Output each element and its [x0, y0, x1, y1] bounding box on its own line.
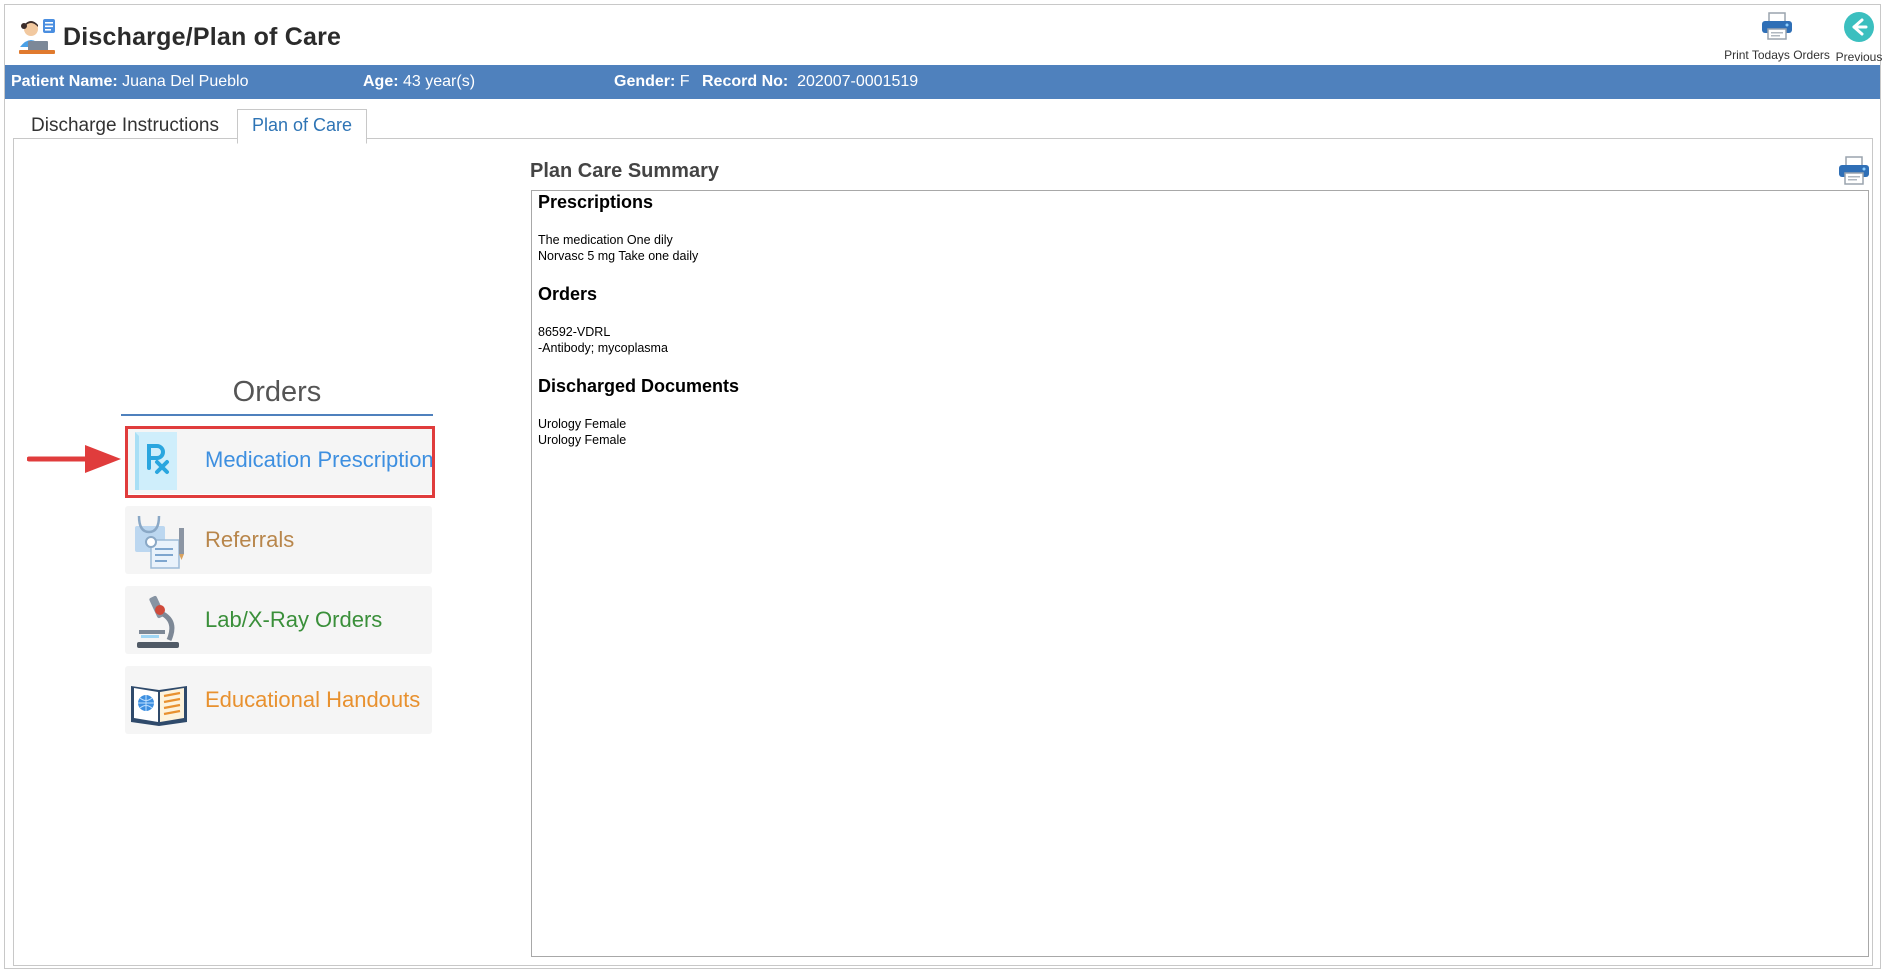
- patient-name: Patient Name: Juana Del Pueblo: [11, 65, 248, 99]
- lab-xray-orders-button[interactable]: Lab/X-Ray Orders: [125, 586, 432, 654]
- back-arrow-icon: [1844, 12, 1874, 42]
- patient-name-value: Juana Del Pueblo: [122, 73, 249, 90]
- referrals-button[interactable]: Referrals: [125, 506, 432, 574]
- summary-title: Plan Care Summary: [530, 160, 719, 182]
- order-line: 86592-VDRL: [538, 325, 611, 339]
- orders-heading: Orders: [538, 284, 598, 304]
- prescriptions-section: Prescriptions The medication One dily No…: [538, 192, 1862, 264]
- print-todays-orders-button[interactable]: Print Todays Orders: [1715, 11, 1839, 62]
- document-line: Urology Female: [538, 417, 627, 431]
- patient-info-bar: Patient Name: Juana Del Pueblo Age: 43 y…: [5, 65, 1880, 99]
- patient-gender-value: F: [679, 73, 690, 90]
- print-todays-orders-label: Print Todays Orders: [1724, 48, 1830, 62]
- prescription-icon: [135, 432, 177, 490]
- educational-handouts-label: Educational Handouts: [205, 687, 421, 712]
- discharged-documents-section: Discharged Documents Urology Female Urol…: [538, 376, 1862, 448]
- summary-content-box: Prescriptions The medication One dily No…: [531, 190, 1869, 957]
- doctor-laptop-icon: [19, 19, 55, 54]
- patient-age: Age: 43 year(s): [363, 65, 475, 99]
- prescriptions-heading: Prescriptions: [538, 192, 654, 212]
- tab-discharge-instructions[interactable]: Discharge Instructions: [17, 109, 233, 143]
- patient-gender-label: Gender:: [614, 73, 676, 90]
- tab-plan-of-care[interactable]: Plan of Care: [237, 109, 368, 144]
- previous-label: Previous: [1835, 50, 1883, 64]
- referral-icon: [135, 515, 184, 569]
- patient-record-value: 202007-0001519: [797, 73, 919, 90]
- medication-prescription-button[interactable]: Medication Prescription: [125, 426, 434, 494]
- app-header: Discharge/Plan of Care Print Todays Orde…: [5, 5, 1882, 65]
- patient-gender: Gender: F: [614, 65, 690, 99]
- medication-prescription-label: Medication Prescription: [205, 447, 434, 472]
- printer-icon: [1762, 12, 1792, 40]
- app-window: Discharge/Plan of Care Print Todays Orde…: [4, 4, 1882, 969]
- patient-age-label: Age:: [363, 73, 399, 90]
- lab-xray-orders-label: Lab/X-Ray Orders: [205, 607, 383, 632]
- patient-record-label: Record No:: [702, 73, 789, 90]
- orders-section: Orders 86592-VDRL -Antibody; mycoplasma: [538, 284, 1862, 356]
- discharged-documents-heading: Discharged Documents: [538, 376, 740, 396]
- previous-button[interactable]: Previous: [1833, 11, 1885, 64]
- orders-title: Orders: [232, 376, 322, 408]
- page-title: Discharge/Plan of Care: [63, 23, 342, 51]
- patient-record: Record No: 202007-0001519: [702, 65, 918, 99]
- print-summary-button[interactable]: [1837, 155, 1871, 187]
- book-icon: [131, 686, 187, 726]
- referrals-label: Referrals: [205, 527, 295, 552]
- prescription-line: The medication One dily: [538, 233, 673, 247]
- patient-name-label: Patient Name:: [11, 73, 118, 90]
- patient-age-value: 43 year(s): [403, 73, 476, 90]
- educational-handouts-button[interactable]: Educational Handouts: [125, 666, 432, 734]
- orders-title-underline: [121, 414, 433, 416]
- microscope-icon: [137, 595, 179, 648]
- prescription-line: Norvasc 5 mg Take one daily: [538, 249, 699, 263]
- red-arrow-annotation: [27, 445, 121, 473]
- document-line: Urology Female: [538, 433, 627, 447]
- order-line: -Antibody; mycoplasma: [538, 341, 668, 355]
